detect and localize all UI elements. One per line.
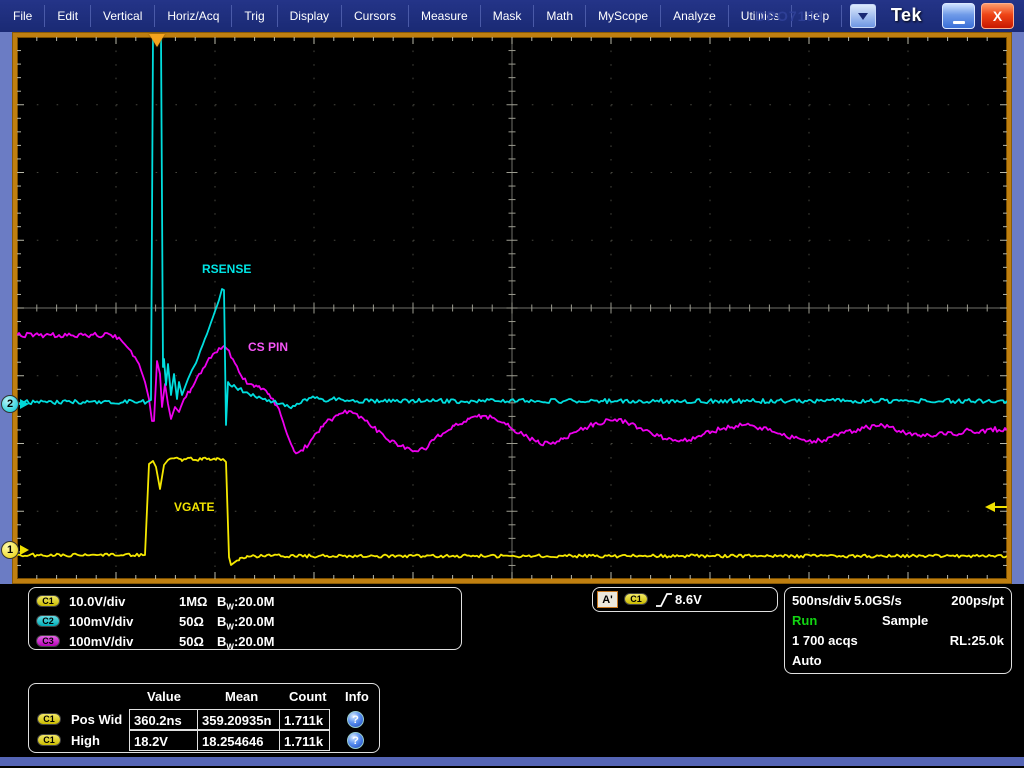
timebase-scale: 500ns/div xyxy=(792,593,852,608)
bottom-taskbar-strip xyxy=(0,757,1024,766)
measurement-header-info: Info xyxy=(345,689,369,704)
trace-label-vgate: VGATE xyxy=(174,500,214,514)
measurement-header-mean: Mean xyxy=(225,689,259,704)
readout-area: C1 10.0V/div 1MΩ BW:20.0M C2 100mV/div 50Ω BW:2… xyxy=(0,584,1024,768)
trace-label-cs-pin: CS PIN xyxy=(248,340,288,354)
measurement-value: 360.2ns xyxy=(129,709,198,730)
trigger-level-arrow-icon xyxy=(985,502,995,512)
menu-items: File Edit Vertical Horiz/Acq Trig Display Curs… xyxy=(0,0,843,32)
menu-bar: File Edit Vertical Horiz/Acq Trig Display Curs… xyxy=(0,0,1024,32)
menu-item-display[interactable]: Display xyxy=(278,5,342,27)
oscilloscope-screen: File Edit Vertical Horiz/Acq Trig Display Curs… xyxy=(0,0,1024,768)
trigger-panel[interactable]: A' C1 8.6V xyxy=(592,587,778,612)
trigger-source-badge: A' xyxy=(597,591,618,608)
acquisition-mode: Sample xyxy=(882,613,929,628)
menu-item-math[interactable]: Math xyxy=(534,5,587,27)
channel-row-c3: C3 100mV/div 50Ω BW:20.0M xyxy=(29,632,461,652)
channel-2-marker-label: 2 xyxy=(6,398,14,410)
channel-bandwidth: BW:20.0M xyxy=(217,594,275,612)
channel-scale: 100mV/div xyxy=(69,634,134,649)
channel-1-reference-marker[interactable]: 1 xyxy=(1,541,19,559)
trigger-position-marker[interactable] xyxy=(149,34,165,47)
channel-scale: 100mV/div xyxy=(69,614,134,629)
chevron-down-icon xyxy=(858,12,869,20)
menu-item-file[interactable]: File xyxy=(0,5,46,27)
measurement-panel[interactable]: Value Mean Count Info C1 Pos Wid 360.2ns 35… xyxy=(28,683,380,753)
measurement-value: 18.2V xyxy=(129,730,198,751)
channel-settings-panel[interactable]: C1 10.0V/div 1MΩ BW:20.0M C2 100mV/div 50Ω BW:2… xyxy=(28,587,462,652)
channel-2-reference-marker[interactable]: 2 xyxy=(1,395,19,413)
info-icon[interactable]: ? xyxy=(347,711,364,728)
channel-2-marker-arrow-icon xyxy=(20,399,29,409)
channel-row-c2: C2 100mV/div 50Ω BW:20.0M xyxy=(29,612,461,632)
measurement-row-pos-wid: C1 Pos Wid 360.2ns 359.20935n 1.711k? xyxy=(29,709,379,730)
menu-item-vertical[interactable]: Vertical xyxy=(91,5,156,27)
menu-item-trig[interactable]: Trig xyxy=(232,5,278,27)
menu-item-mask[interactable]: Mask xyxy=(481,5,535,27)
close-button[interactable]: X xyxy=(981,3,1014,29)
menu-item-cursors[interactable]: Cursors xyxy=(342,5,410,27)
menu-item-edit[interactable]: Edit xyxy=(45,5,92,27)
channel-scale: 10.0V/div xyxy=(69,594,126,609)
menu-item-measure[interactable]: Measure xyxy=(409,5,481,27)
menu-item-analyze[interactable]: Analyze xyxy=(661,5,729,27)
rising-edge-icon xyxy=(656,593,672,607)
waveform-canvas: RSENSE CS PIN VGATE xyxy=(17,37,1007,579)
measurement-name: Pos Wid xyxy=(71,712,123,727)
graticule[interactable]: RSENSE CS PIN VGATE xyxy=(13,33,1011,583)
minimize-button[interactable] xyxy=(942,3,975,29)
channel-badge-c3[interactable]: C3 xyxy=(36,635,60,647)
measurement-channel-badge[interactable]: C1 xyxy=(37,713,61,725)
scope-display-area: RSENSE CS PIN VGATE 2 1 xyxy=(0,32,1024,584)
measurement-header-row: Value Mean Count Info xyxy=(29,687,379,709)
measurement-count: 1.711k xyxy=(279,730,330,751)
trigger-channel-badge: C1 xyxy=(624,593,648,605)
channel-badge-c2[interactable]: C2 xyxy=(36,615,60,627)
sample-rate: 5.0GS/s xyxy=(854,593,902,608)
acquisition-count: 1 700 acqs xyxy=(792,633,858,648)
channel-bandwidth: BW:20.0M xyxy=(217,634,275,652)
measurement-channel-badge[interactable]: C1 xyxy=(37,734,61,746)
trigger-mode: Auto xyxy=(792,653,822,668)
trigger-level-arrow-tail xyxy=(995,506,1007,508)
menu-item-myscope[interactable]: MyScope xyxy=(586,5,662,27)
trace-label-rsense: RSENSE xyxy=(202,262,251,276)
tek-logo: Tek xyxy=(890,5,922,25)
measurement-name: High xyxy=(71,733,100,748)
trigger-level-readout: 8.6V xyxy=(675,592,702,607)
menu-overflow-button[interactable] xyxy=(850,4,877,28)
channel-impedance: 50Ω xyxy=(179,614,204,629)
menu-item-horiz-acq[interactable]: Horiz/Acq xyxy=(155,5,233,27)
record-length: RL:25.0k xyxy=(949,633,1004,648)
model-label: DPO7104 xyxy=(755,8,824,24)
measurement-row-high: C1 High 18.2V 18.254646 1.711k? xyxy=(29,730,379,751)
acquisition-state: Run xyxy=(792,613,818,628)
channel-impedance: 1MΩ xyxy=(179,594,208,609)
info-icon[interactable]: ? xyxy=(347,732,364,749)
timebase-panel[interactable]: 500ns/div 5.0GS/s 200ps/pt Run Sample 1 … xyxy=(784,587,1012,674)
channel-row-c1: C1 10.0V/div 1MΩ BW:20.0M xyxy=(29,592,461,612)
measurement-count: 1.711k xyxy=(279,709,330,730)
measurement-mean: 18.254646 xyxy=(197,730,280,751)
measurement-mean: 359.20935n xyxy=(197,709,280,730)
channel-impedance: 50Ω xyxy=(179,634,204,649)
resolution: 200ps/pt xyxy=(951,593,1004,608)
channel-1-marker-label: 1 xyxy=(6,544,14,556)
minimize-icon xyxy=(952,20,965,24)
channel-bandwidth: BW:20.0M xyxy=(217,614,275,632)
measurement-header-count: Count xyxy=(289,689,327,704)
channel-1-marker-arrow-icon xyxy=(20,545,29,555)
channel-badge-c1[interactable]: C1 xyxy=(36,595,60,607)
measurement-header-value: Value xyxy=(147,689,181,704)
